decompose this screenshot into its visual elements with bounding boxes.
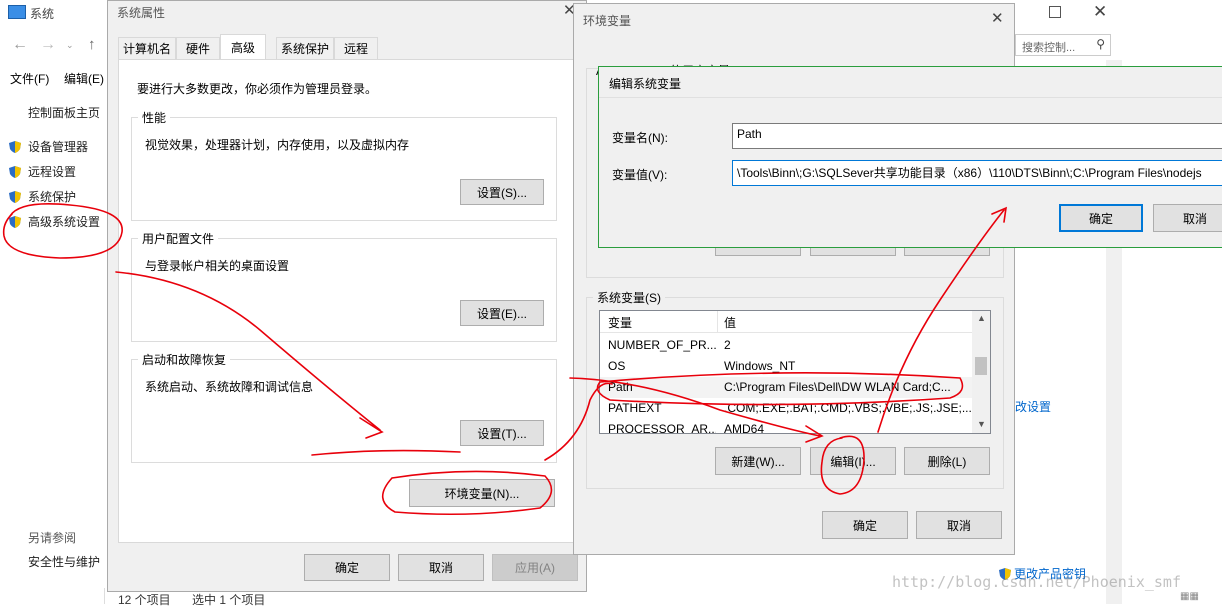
red-annotation-overlay [2,203,1007,516]
annotation-arrow-to-edit [569,377,824,443]
annotation-underline-env [311,449,461,456]
annotation-ellipse-env-button [381,470,553,516]
annotation-arrow-to-env-button [115,271,384,439]
watermark: http://blog.csdn.net/Phoenix_smf [892,573,1181,591]
annotation-circle-advanced-settings [2,203,123,259]
annotation-circle-edit-button [820,435,865,495]
